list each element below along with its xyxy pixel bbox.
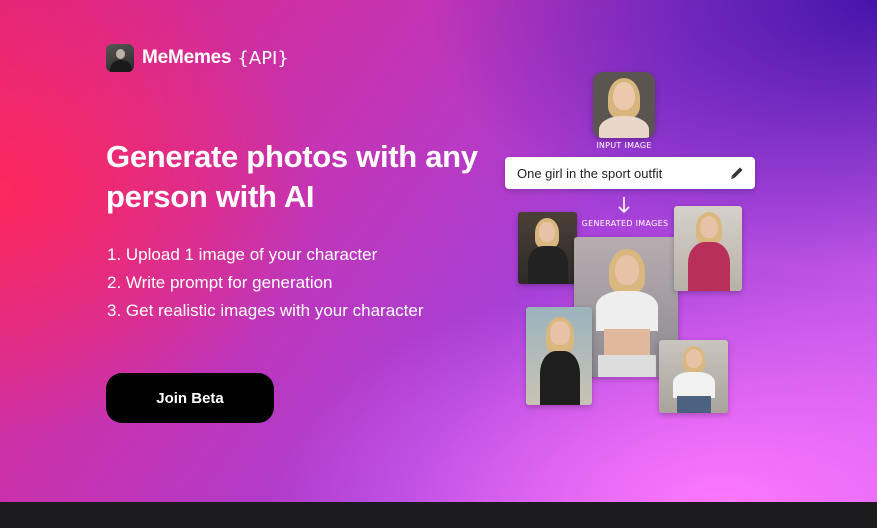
- step-item: 2. Write prompt for generation: [107, 273, 333, 292]
- brand-logo[interactable]: MeMemes {API}: [106, 44, 289, 72]
- generated-images-label: GENERATED IMAGES: [581, 219, 669, 228]
- logo-avatar-image: [106, 44, 134, 72]
- generated-image: [526, 307, 592, 405]
- pencil-icon[interactable]: [729, 165, 745, 181]
- input-image: [593, 72, 655, 138]
- hero-section: MeMemes {API} Generate photos with any p…: [0, 0, 877, 502]
- arrow-down-icon: [618, 197, 630, 214]
- prompt-field[interactable]: One girl in the sport outfit: [505, 157, 755, 189]
- brand-name: MeMemes: [142, 47, 232, 68]
- hero-headline: Generate photos with any person with AI: [106, 139, 478, 214]
- generated-image: [518, 212, 577, 284]
- footer-bar: [0, 502, 877, 528]
- steps-list: 1. Upload 1 image of your character 2. W…: [107, 241, 424, 325]
- brand-suffix: {API}: [237, 47, 289, 69]
- generated-image: [659, 340, 728, 413]
- join-beta-button[interactable]: Join Beta: [106, 373, 274, 423]
- input-image-label: INPUT IMAGE: [596, 141, 652, 150]
- step-item: 1. Upload 1 image of your character: [107, 245, 378, 264]
- prompt-text: One girl in the sport outfit: [517, 165, 663, 181]
- step-item: 3. Get realistic images with your charac…: [107, 301, 424, 320]
- generated-image: [674, 206, 742, 291]
